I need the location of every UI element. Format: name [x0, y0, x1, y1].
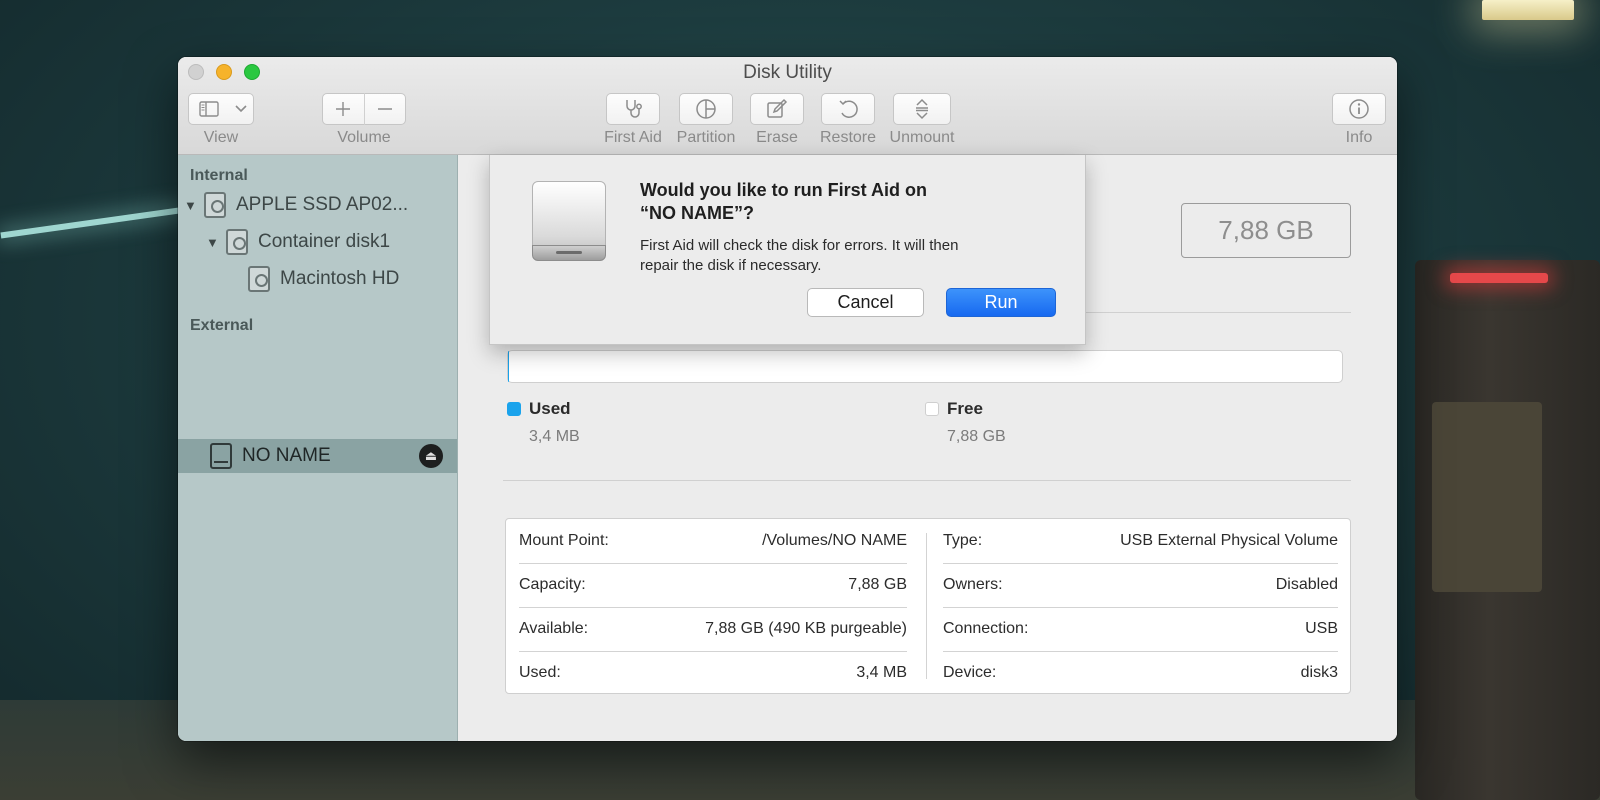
window-title: Disk Utility	[743, 62, 832, 83]
toolbar: Disk Utility View Volume First Aid Parti…	[178, 57, 1397, 155]
sidebar-item-macintosh-hd[interactable]: Macintosh HD	[248, 262, 399, 296]
sidebar: Internal ▼ APPLE SSD AP02... ▼ Container…	[178, 155, 458, 741]
volume-button-group	[322, 93, 406, 125]
internal-disk-icon	[248, 266, 270, 292]
sidebar-item-label: Macintosh HD	[280, 268, 400, 289]
internal-disk-icon	[204, 192, 226, 218]
info-button[interactable]	[1332, 93, 1386, 125]
info-row-device: Device: disk3	[943, 651, 1338, 695]
desktop-light-rail	[0, 207, 180, 239]
sidebar-item-no-name[interactable]: NO NAME	[210, 439, 331, 473]
info-value: disk3	[1300, 664, 1338, 681]
info-key: Owners:	[943, 576, 1003, 593]
desktop-box	[1432, 402, 1542, 592]
sidebar-item-apple-ssd[interactable]: ▼ APPLE SSD AP02...	[184, 188, 408, 222]
restore-button[interactable]	[821, 93, 875, 125]
internal-disk-icon	[226, 229, 248, 255]
usage-bar	[507, 350, 1343, 383]
external-drive-icon	[532, 181, 606, 261]
pie-chart-icon	[695, 98, 717, 120]
restore-arrow-icon	[837, 98, 859, 120]
volume-info-table: Mount Point: /Volumes/NO NAME Capacity: …	[505, 518, 1351, 694]
info-row-used: Used: 3,4 MB	[519, 651, 907, 695]
info-value: USB	[1305, 620, 1338, 637]
dialog-message-line: First Aid will check the disk for errors…	[640, 237, 959, 254]
disclosure-triangle-icon[interactable]: ▼	[206, 235, 226, 250]
sidebar-item-container-disk1[interactable]: ▼ Container disk1	[206, 225, 390, 259]
info-row-mount-point: Mount Point: /Volumes/NO NAME	[519, 519, 907, 563]
info-value: 7,88 GB	[848, 576, 907, 593]
eject-icon[interactable]: ⏏	[419, 444, 443, 468]
info-row-owners: Owners: Disabled	[943, 563, 1338, 607]
volume-label: Volume	[337, 129, 391, 146]
partition-button[interactable]	[679, 93, 733, 125]
info-key: Available:	[519, 620, 589, 637]
column-divider	[926, 533, 927, 679]
info-row-capacity: Capacity: 7,88 GB	[519, 563, 907, 607]
info-row-connection: Connection: USB	[943, 607, 1338, 651]
disclosure-triangle-icon[interactable]: ▼	[184, 198, 204, 213]
free-legend-label: Free	[947, 399, 983, 418]
dialog-title: Would you like to run First Aid on “NO N…	[640, 179, 1060, 225]
sidebar-item-label: APPLE SSD AP02...	[236, 194, 409, 215]
info-row-type: Type: USB External Physical Volume	[943, 519, 1338, 563]
unmount-label: Unmount	[889, 129, 955, 146]
chevron-down-icon	[229, 105, 253, 113]
first-aid-label: First Aid	[604, 129, 662, 146]
used-legend-swatch	[507, 402, 521, 416]
cancel-button[interactable]: Cancel	[807, 288, 924, 317]
stethoscope-icon	[622, 98, 644, 120]
sidebar-item-label: NO NAME	[242, 445, 331, 466]
erase-pencil-icon	[766, 98, 788, 120]
run-button[interactable]: Run	[946, 288, 1056, 317]
dialog-title-line: “NO NAME”?	[640, 203, 754, 223]
info-value: 3,4 MB	[856, 664, 907, 681]
used-legend-label: Used	[529, 399, 571, 418]
dialog-title-line: Would you like to run First Aid on	[640, 180, 927, 200]
sidebar-item-label: Container disk1	[258, 231, 391, 252]
unmount-button[interactable]	[893, 93, 951, 125]
external-disk-icon	[210, 443, 232, 469]
sidebar-icon	[189, 101, 229, 117]
info-key: Capacity:	[519, 576, 586, 593]
capacity-display: 7,88 GB	[1181, 203, 1351, 258]
info-label: Info	[1345, 129, 1373, 146]
divider	[503, 480, 1351, 481]
info-key: Used:	[519, 664, 561, 681]
erase-label: Erase	[756, 129, 798, 146]
free-legend-value: 7,88 GB	[947, 428, 1006, 445]
unmount-icon	[911, 98, 933, 120]
first-aid-button[interactable]	[606, 93, 660, 125]
add-volume-button[interactable]	[323, 101, 364, 117]
view-label: View	[203, 129, 239, 146]
view-button[interactable]	[188, 93, 254, 125]
info-key: Mount Point:	[519, 532, 609, 549]
first-aid-dialog: Would you like to run First Aid on “NO N…	[489, 155, 1086, 345]
used-legend-value: 3,4 MB	[529, 428, 580, 445]
free-legend-swatch	[925, 402, 939, 416]
desktop-red-light	[1450, 273, 1548, 283]
dialog-message-line: repair the disk if necessary.	[640, 257, 822, 274]
remove-volume-button[interactable]	[364, 101, 405, 117]
info-value: /Volumes/NO NAME	[762, 532, 907, 549]
info-row-available: Available: 7,88 GB (490 KB purgeable)	[519, 607, 907, 651]
partition-label: Partition	[676, 129, 736, 146]
sidebar-header-external: External	[190, 317, 254, 334]
erase-button[interactable]	[750, 93, 804, 125]
info-value: USB External Physical Volume	[1120, 532, 1338, 549]
info-key: Connection:	[943, 620, 1029, 637]
sidebar-header-internal: Internal	[190, 167, 248, 184]
info-value: 7,88 GB (490 KB purgeable)	[705, 620, 907, 637]
info-icon	[1348, 98, 1370, 120]
info-key: Device:	[943, 664, 997, 681]
info-key: Type:	[943, 532, 983, 549]
info-value: Disabled	[1275, 576, 1338, 593]
dialog-message: First Aid will check the disk for errors…	[640, 236, 1060, 276]
restore-label: Restore	[819, 129, 877, 146]
desktop-lamp	[1482, 0, 1574, 20]
